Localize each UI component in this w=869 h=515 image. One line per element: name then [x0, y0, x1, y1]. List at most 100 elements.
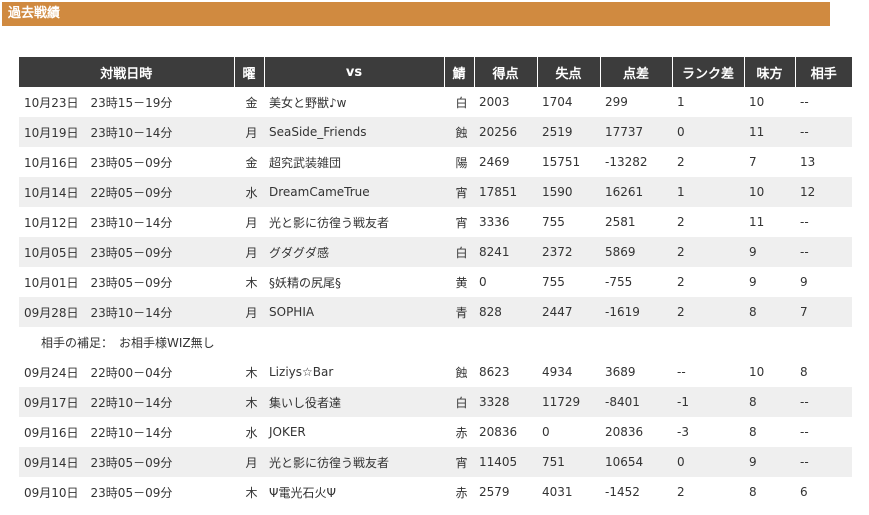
cell-datetime: 09月10日 23時05－09分	[19, 477, 234, 507]
table-row: 10月19日 23時10－14分 月 SeaSide_Friends 蝕 202…	[19, 117, 852, 147]
table-row: 10月23日 23時15－19分 金 美女と野獣♪w 白 2003 1704 2…	[19, 87, 852, 117]
cell-ally: 7	[744, 147, 795, 177]
cell-lost: 755	[537, 207, 600, 237]
cell-score: 828	[474, 297, 537, 327]
table-row: 10月12日 23時10－14分 月 光と影に彷徨う戦友者 宵 3336 755…	[19, 207, 852, 237]
cell-ally: 10	[744, 357, 795, 387]
cell-ally: 9	[744, 267, 795, 297]
cell-ally: 8	[744, 477, 795, 507]
cell-diff: -755	[600, 267, 672, 297]
cell-server: 赤	[444, 477, 474, 507]
cell-ally: 11	[744, 207, 795, 237]
cell-lost: 4031	[537, 477, 600, 507]
table-row: 09月17日 22時10－14分 木 集いし役者達 白 3328 11729 -…	[19, 387, 852, 417]
cell-vs: 美女と野獣♪w	[264, 87, 444, 117]
cell-datetime: 09月28日 23時10－14分	[19, 297, 234, 327]
table-row: 10月14日 22時05－09分 水 DreamCameTrue 宵 17851…	[19, 177, 852, 207]
cell-server: 白	[444, 87, 474, 117]
cell-diff: 299	[600, 87, 672, 117]
cell-vs: 光と影に彷徨う戦友者	[264, 207, 444, 237]
cell-vs: 光と影に彷徨う戦友者	[264, 447, 444, 477]
cell-diff: -8401	[600, 387, 672, 417]
cell-day: 水	[234, 417, 264, 447]
cell-diff: -1452	[600, 477, 672, 507]
cell-rank-diff: 2	[672, 237, 744, 267]
col-header-server[interactable]: 鯖	[443, 57, 474, 87]
cell-diff: 20836	[600, 417, 672, 447]
col-header-vs[interactable]: vs	[263, 57, 444, 87]
table-row: 09月16日 22時10－14分 水 JOKER 赤 20836 0 20836…	[19, 417, 852, 447]
col-header-diff[interactable]: 点差	[599, 57, 672, 87]
cell-score: 11405	[474, 447, 537, 477]
cell-ally: 9	[744, 447, 795, 477]
cell-lost: 2447	[537, 297, 600, 327]
cell-datetime: 10月05日 23時05－09分	[19, 237, 234, 267]
table-row: 10月05日 23時05－09分 月 グダグダ感 白 8241 2372 586…	[19, 237, 852, 267]
cell-vs: SOPHIA	[264, 297, 444, 327]
cell-lost: 11729	[537, 387, 600, 417]
cell-rank-diff: 0	[672, 447, 744, 477]
cell-server: 蝕	[444, 117, 474, 147]
cell-opponent: --	[795, 387, 852, 417]
cell-rank-diff: -3	[672, 417, 744, 447]
cell-server: 赤	[444, 417, 474, 447]
cell-lost: 751	[537, 447, 600, 477]
cell-score: 2003	[474, 87, 537, 117]
cell-server: 陽	[444, 147, 474, 177]
cell-day: 月	[234, 447, 264, 477]
cell-score: 20256	[474, 117, 537, 147]
col-header-lost[interactable]: 失点	[536, 57, 600, 87]
cell-opponent: --	[795, 447, 852, 477]
cell-opponent: 13	[795, 147, 852, 177]
cell-vs: 超究武装雑団	[264, 147, 444, 177]
col-header-rank-diff[interactable]: ランク差	[671, 57, 744, 87]
table-row: 09月24日 22時00－04分 木 Liziys☆Bar 蝕 8623 493…	[19, 357, 852, 387]
cell-ally: 8	[744, 297, 795, 327]
col-header-day[interactable]: 曜	[233, 57, 264, 87]
cell-opponent: --	[795, 117, 852, 147]
col-header-opponent[interactable]: 相手	[794, 57, 852, 87]
cell-datetime: 09月24日 22時00－04分	[19, 357, 234, 387]
cell-diff: 3689	[600, 357, 672, 387]
cell-score: 20836	[474, 417, 537, 447]
cell-opponent: --	[795, 417, 852, 447]
cell-day: 月	[234, 117, 264, 147]
col-header-score[interactable]: 得点	[473, 57, 537, 87]
table-row: 09月28日 23時10－14分 月 SOPHIA 青 828 2447 -16…	[19, 297, 852, 327]
col-header-ally[interactable]: 味方	[743, 57, 795, 87]
cell-diff: 16261	[600, 177, 672, 207]
cell-score: 8241	[474, 237, 537, 267]
cell-rank-diff: 1	[672, 87, 744, 117]
cell-day: 木	[234, 267, 264, 297]
cell-day: 金	[234, 147, 264, 177]
cell-score: 0	[474, 267, 537, 297]
cell-rank-diff: -1	[672, 387, 744, 417]
cell-datetime: 10月16日 23時05－09分	[19, 147, 234, 177]
cell-opponent: --	[795, 87, 852, 117]
table-note-row: 相手の補足： お相手様WIZ無し	[19, 327, 852, 357]
cell-score: 8623	[474, 357, 537, 387]
opponent-note: 相手の補足： お相手様WIZ無し	[19, 327, 852, 357]
cell-diff: -1619	[600, 297, 672, 327]
cell-day: 木	[234, 357, 264, 387]
cell-ally: 10	[744, 177, 795, 207]
cell-lost: 1704	[537, 87, 600, 117]
cell-lost: 755	[537, 267, 600, 297]
cell-datetime: 10月19日 23時10－14分	[19, 117, 234, 147]
cell-opponent: 6	[795, 477, 852, 507]
cell-vs: §妖精の尻尾§	[264, 267, 444, 297]
cell-server: 蝕	[444, 357, 474, 387]
cell-opponent: 9	[795, 267, 852, 297]
cell-server: 宵	[444, 447, 474, 477]
cell-lost: 2372	[537, 237, 600, 267]
cell-diff: 10654	[600, 447, 672, 477]
col-header-datetime[interactable]: 対戦日時	[19, 57, 234, 87]
match-history-table: 対戦日時 曜 vs 鯖 得点 失点 点差 ランク差 味方 相手 10月23日 2…	[19, 57, 852, 507]
table-row: 09月10日 23時05－09分 木 Ψ電光石火Ψ 赤 2579 4031 -1…	[19, 477, 852, 507]
cell-lost: 4934	[537, 357, 600, 387]
cell-datetime: 10月01日 23時05－09分	[19, 267, 234, 297]
cell-day: 水	[234, 177, 264, 207]
table-row: 10月16日 23時05－09分 金 超究武装雑団 陽 2469 15751 -…	[19, 147, 852, 177]
cell-rank-diff: 0	[672, 117, 744, 147]
section-header: 過去戦績	[2, 2, 830, 26]
